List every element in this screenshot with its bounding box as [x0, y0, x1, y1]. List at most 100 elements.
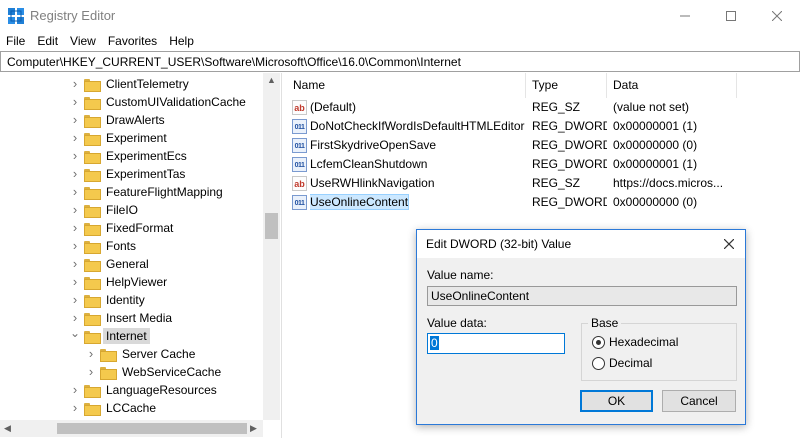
- chevron-down-icon[interactable]: ⌄: [70, 327, 80, 339]
- chevron-right-icon[interactable]: ›: [70, 383, 80, 396]
- folder-icon: [84, 168, 101, 182]
- close-icon: [723, 238, 735, 250]
- ok-button[interactable]: OK: [580, 390, 653, 412]
- chevron-right-icon[interactable]: ›: [70, 275, 80, 288]
- tree-item-label: Fonts: [106, 239, 137, 253]
- chevron-right-icon[interactable]: ›: [70, 221, 80, 234]
- chevron-right-icon[interactable]: ›: [86, 365, 96, 378]
- column-header-name[interactable]: Name: [287, 73, 526, 98]
- cancel-button[interactable]: Cancel: [662, 390, 736, 412]
- scroll-right-icon[interactable]: ▶: [250, 423, 257, 434]
- tree-horizontal-scroll-thumb[interactable]: [57, 423, 247, 434]
- list-row[interactable]: 011 LcfemCleanShutdown REG_DWORD 0x00000001…: [287, 155, 800, 174]
- value-data-cell: (value not set): [613, 100, 690, 114]
- tree-item[interactable]: FeatureFlightMapping: [84, 183, 226, 201]
- tree-item-label: General: [106, 257, 149, 271]
- menu-help[interactable]: Help: [163, 31, 200, 51]
- address-bar[interactable]: Computer\HKEY_CURRENT_USER\Software\Micr…: [0, 51, 800, 72]
- chevron-right-icon[interactable]: ›: [86, 347, 96, 360]
- tree-item[interactable]: ClientTelemetry: [84, 75, 192, 93]
- chevron-right-icon[interactable]: ›: [70, 257, 80, 270]
- chevron-right-icon[interactable]: ›: [70, 185, 80, 198]
- tree-item[interactable]: ExperimentEcs: [84, 147, 190, 165]
- menu-edit[interactable]: Edit: [31, 31, 64, 51]
- string-value-icon: ab: [292, 100, 307, 115]
- chevron-right-icon[interactable]: ›: [70, 311, 80, 324]
- column-header-data[interactable]: Data: [607, 73, 737, 98]
- chevron-right-icon[interactable]: ›: [70, 77, 80, 90]
- tree-item[interactable]: WebServiceCache: [100, 363, 224, 381]
- value-type-cell: REG_DWORD: [532, 157, 607, 171]
- menu-view[interactable]: View: [64, 31, 102, 51]
- tree-item-label: LCCache: [106, 401, 157, 415]
- menu-file[interactable]: File: [0, 31, 31, 51]
- tree-vertical-scrollbar[interactable]: ▲: [263, 73, 280, 420]
- tree-item[interactable]: ExperimentTas: [84, 165, 188, 183]
- value-data-cell: 0x00000001 (1): [613, 157, 698, 171]
- list-row[interactable]: ab (Default) REG_SZ (value not set): [287, 98, 800, 117]
- radio-hexadecimal[interactable]: Hexadecimal: [592, 335, 678, 349]
- list-row[interactable]: 011 DoNotCheckIfWordIsDefaultHTMLEditor RE…: [287, 117, 800, 136]
- tree-item-label: Internet: [103, 328, 150, 344]
- list-row[interactable]: ab UseRWHlinkNavigation REG_SZ https://docs…: [287, 174, 800, 193]
- tree-item[interactable]: Server Cache: [100, 345, 198, 363]
- tree-item[interactable]: Experiment: [84, 129, 170, 147]
- tree-item[interactable]: HelpViewer: [84, 273, 170, 291]
- folder-icon: [84, 258, 101, 272]
- tree-vertical-scroll-thumb[interactable]: [265, 213, 278, 239]
- menu-favorites[interactable]: Favorites: [102, 31, 163, 51]
- tree-item[interactable]: CustomUIValidationCache: [84, 93, 249, 111]
- value-name-text: (Default): [310, 100, 357, 114]
- radio-unchecked-icon: [592, 356, 605, 370]
- edit-dword-dialog: Edit DWORD (32-bit) Value Value name: Us…: [416, 229, 746, 425]
- scroll-up-icon[interactable]: ▲: [267, 75, 276, 85]
- column-header-type[interactable]: Type: [526, 73, 607, 98]
- tree-item-label: ClientTelemetry: [106, 77, 189, 91]
- address-path[interactable]: Computer\HKEY_CURRENT_USER\Software\Micr…: [7, 55, 461, 69]
- dialog-close-button[interactable]: [717, 234, 741, 254]
- tree-horizontal-scrollbar[interactable]: ◀ ▶: [0, 420, 263, 437]
- tree-item[interactable]: FileIO: [84, 201, 141, 219]
- tree-item[interactable]: Fonts: [84, 237, 139, 255]
- tree-item[interactable]: FixedFormat: [84, 219, 176, 237]
- value-name-text: DoNotCheckIfWordIsDefaultHTMLEditor: [310, 119, 525, 133]
- close-button[interactable]: [754, 0, 800, 31]
- value-data-input[interactable]: 0: [427, 333, 565, 354]
- folder-icon: [84, 330, 101, 344]
- chevron-right-icon[interactable]: ›: [70, 293, 80, 306]
- value-name-cell: UseOnlineContent: [310, 193, 526, 212]
- folder-icon: [84, 312, 101, 326]
- maximize-button[interactable]: [708, 0, 754, 31]
- tree-item[interactable]: General: [84, 255, 152, 273]
- tree-item[interactable]: LanguageResources: [84, 381, 220, 399]
- value-data-cell: 0x00000000 (0): [613, 195, 698, 209]
- tree-item[interactable]: DrawAlerts: [84, 111, 168, 129]
- list-row[interactable]: 011 FirstSkydriveOpenSave REG_DWORD 0x00000…: [287, 136, 800, 155]
- list-row[interactable]: 011 UseOnlineContent REG_DWORD 0x00000000 (…: [287, 193, 800, 212]
- chevron-right-icon[interactable]: ›: [70, 131, 80, 144]
- tree-item[interactable]: Internet: [84, 327, 150, 345]
- folder-icon: [84, 276, 101, 290]
- value-type-cell: REG_DWORD: [532, 119, 607, 133]
- scroll-left-icon[interactable]: ◀: [4, 423, 11, 434]
- chevron-right-icon[interactable]: ›: [70, 167, 80, 180]
- tree-item[interactable]: Insert Media: [84, 309, 175, 327]
- chevron-right-icon[interactable]: ›: [70, 113, 80, 126]
- chevron-right-icon[interactable]: ›: [70, 401, 80, 414]
- binary-value-icon: 011: [292, 157, 307, 172]
- tree-item-label: ExperimentTas: [106, 167, 186, 181]
- chevron-right-icon[interactable]: ›: [70, 239, 80, 252]
- tree-item[interactable]: Identity: [84, 291, 148, 309]
- minimize-button[interactable]: [662, 0, 708, 31]
- tree-item[interactable]: LCCache: [84, 399, 159, 417]
- radio-checked-icon: [592, 335, 605, 349]
- chevron-right-icon[interactable]: ›: [70, 203, 80, 216]
- radio-decimal[interactable]: Decimal: [592, 356, 652, 370]
- folder-icon: [84, 186, 101, 200]
- value-data-cell: 0x00000000 (0): [613, 138, 698, 152]
- chevron-right-icon[interactable]: ›: [70, 149, 80, 162]
- folder-icon: [84, 204, 101, 218]
- value-data-label: Value data:: [427, 316, 487, 330]
- folder-icon: [100, 366, 117, 380]
- chevron-right-icon[interactable]: ›: [70, 95, 80, 108]
